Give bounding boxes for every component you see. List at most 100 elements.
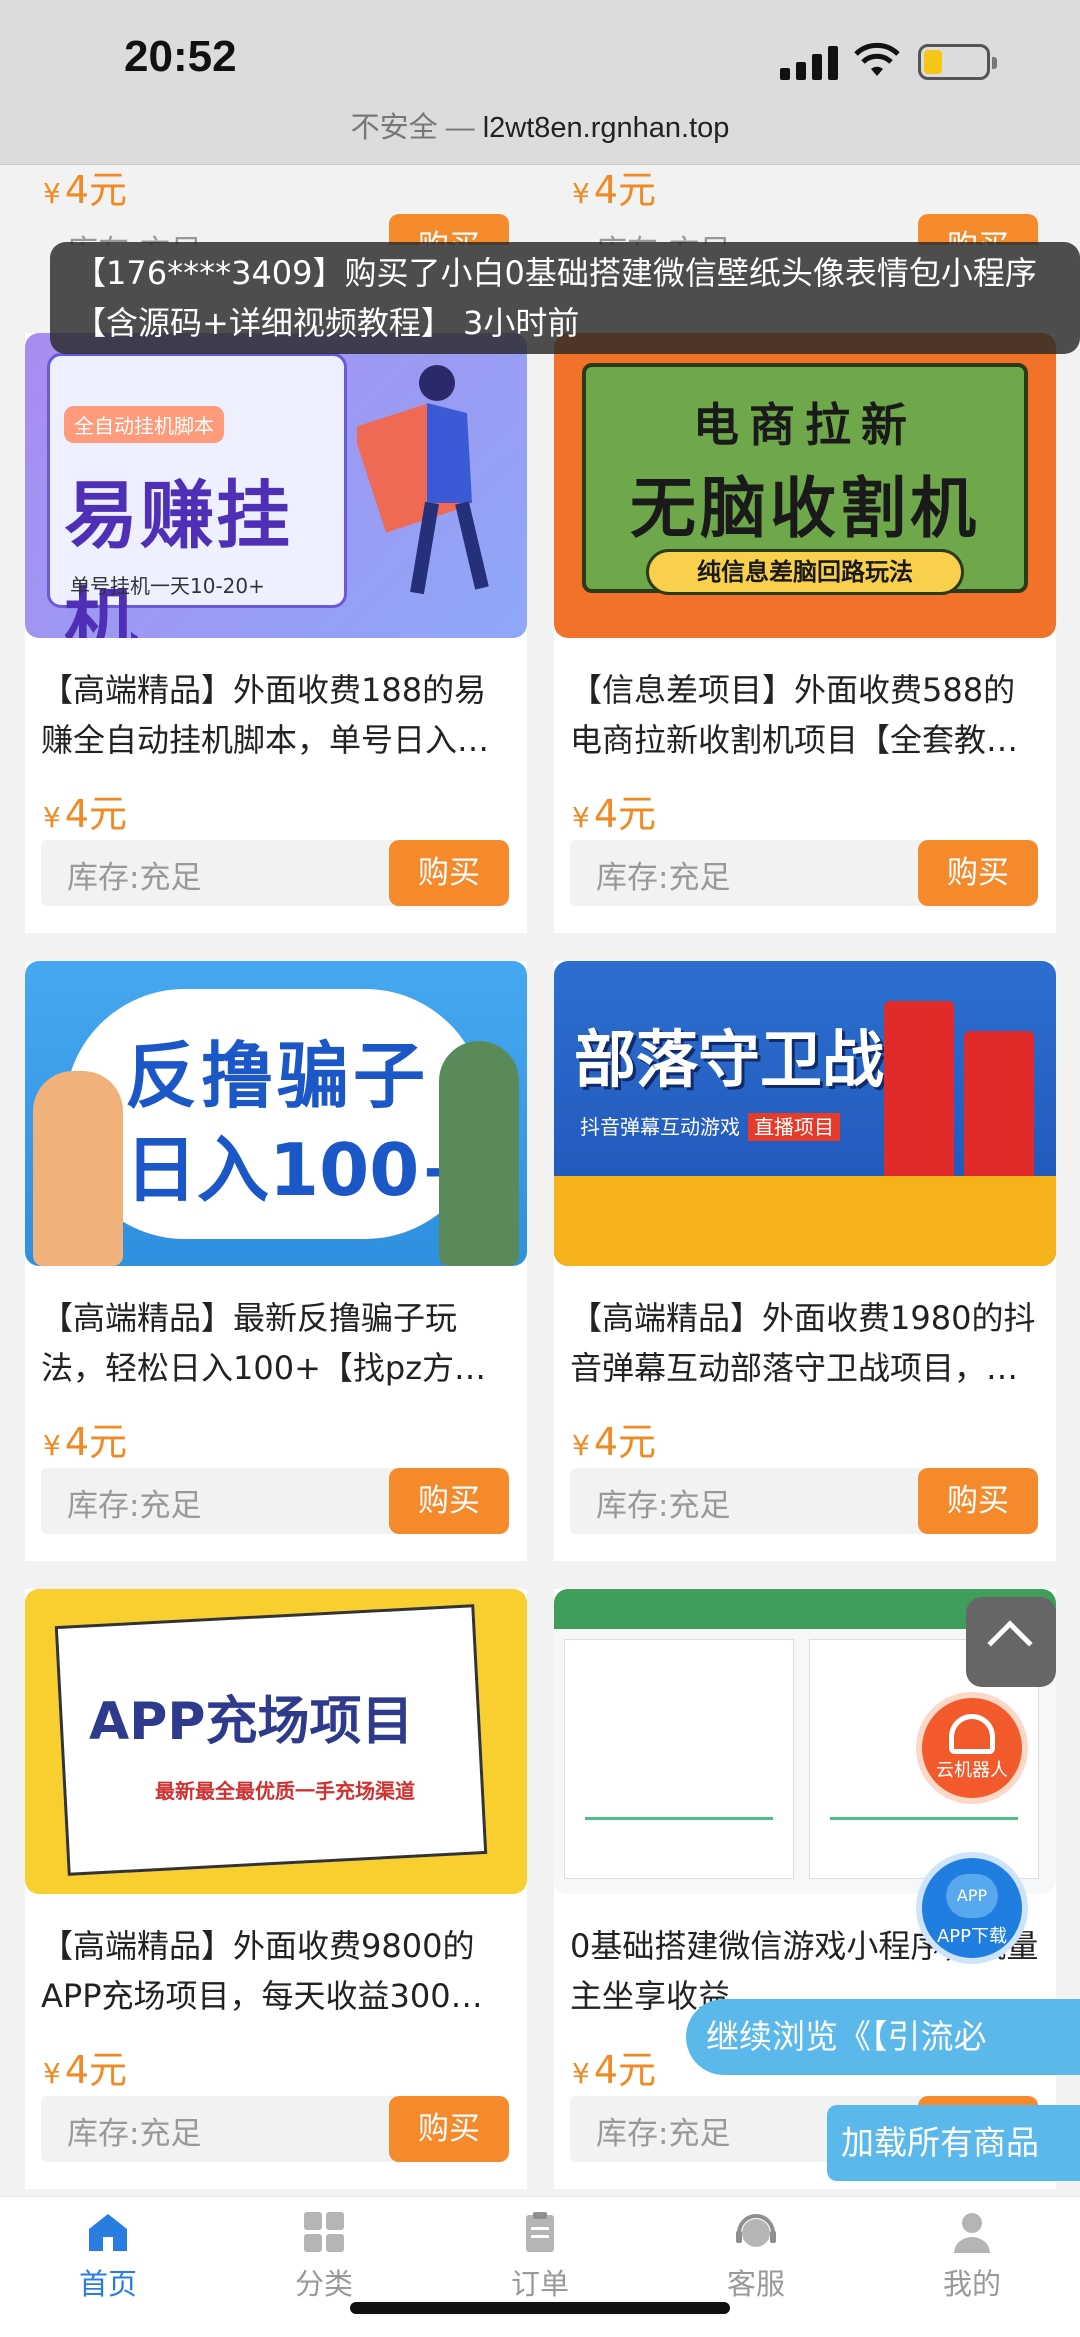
product-thumbnail[interactable]: APP充场项目 最新最全最优质一手充场渠道 [25,1589,527,1894]
stock-label: 库存:充足 [67,2116,202,2152]
bottom-tab-bar: 首页 分类 订单 客服 我的 [0,2196,1080,2337]
thumb-subtitle: 纯信息差脑回路玩法 [646,549,964,595]
url-separator: — [445,112,475,144]
product-price: ¥4元 [43,792,128,836]
product-title[interactable]: 【高端精品】外面收费188的易赚全自动挂机脚本，单号日入… [41,665,511,765]
stock-bar: 库存:充足 购买 [41,2096,509,2162]
scroll-to-top-button[interactable] [966,1597,1056,1687]
url-host: l2wt8en.rgnhan.top [482,112,730,144]
product-thumbnail[interactable]: 电商拉新 无脑收割机 纯信息差脑回路玩法 [554,333,1056,638]
buy-button[interactable]: 购买 [918,840,1038,906]
robot-service-button[interactable]: 云机器人 [916,1692,1028,1804]
product-thumbnail[interactable]: 反撸骗子 日入100+ [25,961,527,1266]
thumb-subtitle: 单号挂机一天10-20+ [70,574,265,598]
robot-label: 云机器人 [936,1760,1008,1781]
product-card[interactable]: 全自动挂机脚本 易赚挂机 单号挂机一天10-20+ 【高端精品】外面收费188的… [25,333,527,933]
stock-bar: 库存:充足 购买 [41,840,509,906]
tab-label: 首页 [78,2267,137,2301]
buy-button[interactable]: 购买 [389,2096,509,2162]
tab-label: 我的 [942,2267,1001,2301]
headset-icon [736,2214,776,2247]
buy-button[interactable]: 购买 [389,840,509,906]
product-title[interactable]: 【信息差项目】外面收费588的电商拉新收割机项目【全套教… [570,665,1040,765]
address-bar[interactable]: 不安全 — l2wt8en.rgnhan.top [0,104,1080,146]
tab-label: 分类 [294,2267,353,2301]
thumb-headline: 部落守卫战 [574,1023,885,1096]
buy-button[interactable]: 购买 [389,1468,509,1534]
app-download-button[interactable]: APP APP下载 [916,1852,1028,1964]
stock-label: 库存:充足 [596,1488,731,1524]
continue-browsing-button[interactable]: 继续浏览《【引流必 [686,1999,1080,2075]
product-card[interactable]: 电商拉新 无脑收割机 纯信息差脑回路玩法 【信息差项目】外面收费588的电商拉新… [554,333,1056,933]
tab-label: 客服 [726,2267,785,2301]
buy-button[interactable]: 购买 [389,214,509,245]
dashboard-pane [564,1639,794,1879]
tab-profile[interactable]: 我的 [864,2211,1080,2311]
stock-bar: 库存:充足 购买 [41,1468,509,1534]
person-carrying-illustration [357,365,489,595]
stock-bar: 库存:充足 购买 [570,1468,1038,1534]
home-icon [89,2214,127,2251]
purchase-toast: 【176****3409】购买了小白0基础搭建微信壁纸头像表情包小程序【含源码+… [50,242,1080,354]
product-card[interactable]: 反撸骗子 日入100+ 【高端精品】最新反撸骗子玩法，轻松日入100+【找pz方… [25,961,527,1561]
product-price: ¥4元 [43,168,128,212]
buy-button[interactable]: 购买 [918,214,1038,245]
product-price: ¥4元 [43,1420,128,1464]
tab-orders[interactable]: 订单 [432,2211,648,2311]
tab-category[interactable]: 分类 [216,2211,432,2311]
person-icon [954,2213,990,2253]
clock: 20:52 [124,32,237,81]
grid-icon [304,2212,344,2252]
thumb-tag: 全自动挂机脚本 [64,406,224,443]
product-title[interactable]: 【高端精品】外面收费1980的抖音弹幕互动部落守卫战项目，… [570,1293,1040,1393]
app-cloud-icon: APP [946,1874,998,1918]
chevron-up-icon [987,1620,1033,1666]
product-price: ¥4元 [572,2048,657,2092]
thumb-headline: 易赚挂机 [64,473,292,638]
product-thumbnail[interactable]: 全自动挂机脚本 易赚挂机 单号挂机一天10-20+ [25,333,527,638]
product-price: ¥4元 [572,168,657,212]
thumb-panel: 全自动挂机脚本 易赚挂机 单号挂机一天10-20+ [47,353,347,638]
thumb-subline: 日入100+ [125,1128,480,1212]
thumb-top-text: 电商拉新 [693,398,917,452]
stock-label: 库存:充足 [67,1488,202,1524]
insecure-label: 不安全 [350,112,438,144]
stock-bar: 库存:充足 购买 [570,214,1038,245]
thumb-headline: 无脑收割机 [630,470,980,547]
tab-home[interactable]: 首页 [0,2211,216,2311]
stock-bar: 库存:充足 购买 [41,214,509,245]
tab-service[interactable]: 客服 [648,2211,864,2311]
stock-label: 库存:充足 [67,860,202,896]
product-title[interactable]: 【高端精品】最新反撸骗子玩法，轻松日入100+【找pz方… [41,1293,511,1393]
buy-button[interactable]: 购买 [918,1468,1038,1534]
stock-bar: 库存:充足 购买 [570,840,1038,906]
wifi-icon [854,42,900,76]
load-all-products-button[interactable]: 加载所有商品 [827,2105,1080,2181]
kid-illustration [33,1071,123,1266]
cellular-signal-icon [780,44,838,80]
thumb-subtitle: 最新最全最优质一手充场渠道 [155,1779,415,1803]
thumb-panel: 电商拉新 无脑收割机 纯信息差脑回路玩法 [582,363,1028,595]
live-badge: 直播项目 [748,1113,840,1141]
home-indicator [350,2302,730,2314]
stock-label: 库存:充足 [596,2116,731,2152]
product-card[interactable]: 部落守卫战 抖音弹幕互动游戏 直播项目 【高端精品】外面收费1980的抖音弹幕互动… [554,961,1056,1561]
thumb-headline: APP充场项目 [89,1692,414,1752]
product-price: ¥4元 [43,2048,128,2092]
app-download-label: APP下载 [936,1926,1008,1947]
battery-icon [918,44,997,80]
product-card-partial-left[interactable]: ¥4元 库存:充足 购买 [25,165,527,245]
product-card[interactable]: APP充场项目 最新最全最优质一手充场渠道 【高端精品】外面收费9800的APP… [25,1589,527,2189]
thumb-subtitle: 抖音弹幕互动游戏 直播项目 [580,1111,840,1141]
lego-bricks-illustration [554,1176,1056,1266]
thumb-headline: 反撸骗子 [125,1034,430,1118]
status-bar: 20:52 不安全 — l2wt8en.rgnhan.top [0,0,1080,165]
product-price: ¥4元 [572,1420,657,1464]
clipboard-icon [526,2212,554,2252]
robot-headset-icon [949,1714,995,1754]
lego-figure-illustration [884,1001,954,1201]
product-price: ¥4元 [572,792,657,836]
product-card-partial-right[interactable]: ¥4元 库存:充足 购买 [554,165,1056,245]
product-title[interactable]: 【高端精品】外面收费9800的APP充场项目，每天收益300… [41,1921,511,2021]
product-thumbnail[interactable]: 部落守卫战 抖音弹幕互动游戏 直播项目 [554,961,1056,1266]
